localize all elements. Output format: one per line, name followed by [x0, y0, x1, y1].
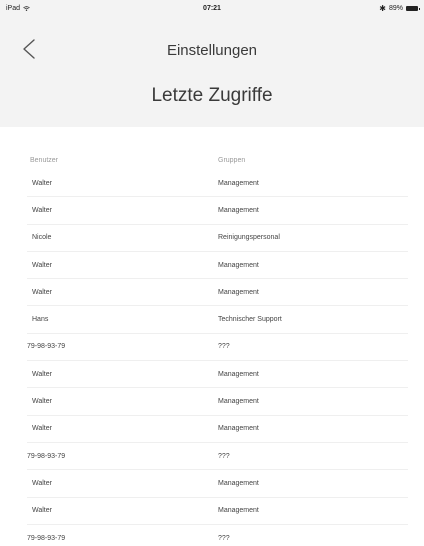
cell-user: Walter: [32, 261, 52, 269]
cell-user: Walter: [32, 370, 52, 378]
cell-user: Walter: [32, 288, 52, 296]
cell-group: Management: [218, 179, 259, 187]
cell-user: Walter: [32, 479, 52, 487]
cell-user: Walter: [32, 398, 52, 406]
access-table: Benutzer Gruppen Walter Management Walter M…: [27, 150, 408, 546]
status-bar: iPad 07:21 ✱ 89%: [0, 0, 424, 18]
table-row[interactable]: 79-98-93-79???: [27, 334, 408, 362]
page-title: Letzte Zugriffe: [151, 85, 273, 106]
cell-group: Management: [218, 479, 259, 487]
cell-group: Management: [218, 507, 259, 515]
table-row[interactable]: 79-98-93-79???: [27, 525, 408, 546]
battery-percent: 89%: [388, 5, 403, 12]
table-body: Walter Management Walter Management Nicole Re…: [27, 170, 408, 546]
table-row[interactable]: Walter Management: [27, 252, 408, 280]
bluetooth-icon: ✱: [379, 4, 386, 13]
cell-user: Walter: [32, 179, 52, 187]
table-row[interactable]: Walter Management: [27, 416, 408, 443]
cell-group: Management: [218, 288, 259, 296]
column-header-group: Gruppen: [218, 156, 246, 164]
status-time: 07:21: [203, 5, 221, 12]
table-row[interactable]: Walter Management: [27, 170, 408, 198]
cell-user: Walter: [32, 507, 52, 515]
table-header: Benutzer Gruppen: [27, 150, 408, 170]
screen: iPad 07:21 ✱ 89% Einstellungen Letzte Zu…: [0, 0, 424, 546]
cell-user: Walter: [32, 425, 52, 433]
table-row[interactable]: Walter Management: [27, 498, 408, 525]
nav-title: Einstellungen: [166, 42, 258, 59]
cell-group: Technischer Support: [218, 316, 282, 324]
cell-group: Reinigungspersonal: [218, 234, 280, 242]
table-row[interactable]: Walter Management: [27, 197, 408, 225]
column-header-user: Benutzer: [30, 156, 59, 164]
cell-user: Nicole: [32, 234, 52, 242]
cell-user: 79-98-93-79: [27, 534, 66, 542]
status-right: ✱ 89%: [379, 4, 420, 13]
cell-group: Management: [218, 370, 259, 378]
cell-group: Management: [218, 425, 259, 433]
cell-group: ???: [218, 343, 230, 351]
table-row[interactable]: Walter Management: [27, 279, 408, 307]
table-row[interactable]: Walter Management: [27, 388, 408, 416]
table-row[interactable]: Walter Management: [27, 361, 408, 389]
cell-group: Management: [218, 261, 259, 269]
table-row[interactable]: Nicole Reinigungspersonal: [27, 225, 408, 252]
battery-icon: [406, 6, 420, 11]
cell-user: 79-98-93-79: [27, 452, 66, 460]
table-row[interactable]: 79-98-93-79???: [27, 443, 408, 471]
cell-user: 79-98-93-79: [27, 343, 66, 351]
cell-group: ???: [218, 534, 230, 542]
cell-group: Management: [218, 398, 259, 406]
cell-user: Walter: [32, 206, 52, 214]
cell-group: ???: [218, 452, 230, 460]
header: iPad 07:21 ✱ 89% Einstellungen Letzte Zu…: [0, 0, 424, 127]
table-row[interactable]: Hans Technischer Support: [27, 306, 408, 334]
cell-group: Management: [218, 206, 259, 214]
table-row[interactable]: Walter Management: [27, 470, 408, 498]
cell-user: Hans: [32, 316, 49, 324]
